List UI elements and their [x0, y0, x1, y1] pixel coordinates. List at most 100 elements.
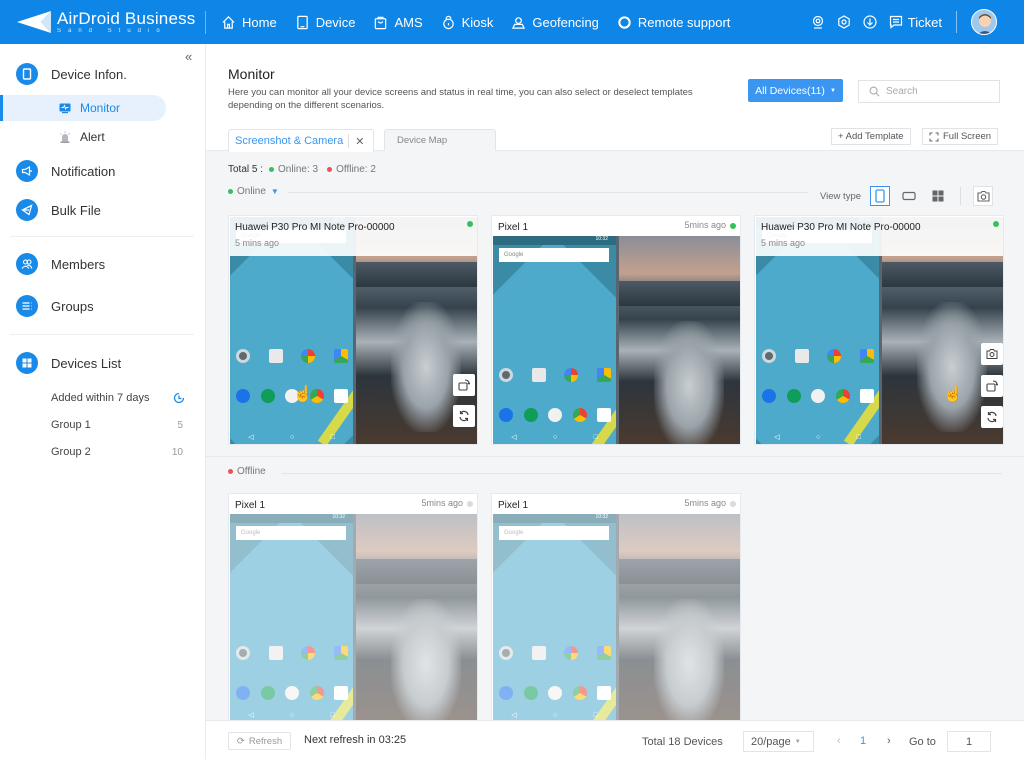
goto-page-input[interactable]: 1 [947, 731, 991, 752]
search-icon [869, 86, 880, 97]
view-portrait-button[interactable] [870, 186, 891, 206]
all-devices-dropdown[interactable]: All Devices(11) ▼ [748, 79, 843, 102]
take-photo-button[interactable] [981, 343, 1003, 365]
alarm-light-icon [60, 131, 70, 143]
prev-page-icon[interactable]: ‹ [837, 735, 841, 747]
online-section-label: Online [237, 186, 266, 197]
nav-device[interactable]: Device [295, 15, 355, 30]
rotate-screen-button[interactable] [453, 374, 475, 396]
device-card[interactable]: Pixel 1 5mins ago 10:32 Google ◁ ○ □ [228, 493, 478, 722]
camera-app-icon [334, 389, 348, 403]
status-dot [993, 221, 999, 227]
brand-subtitle: Sand Studio [57, 28, 167, 34]
online-dot [269, 167, 275, 172]
add-template-button[interactable]: + Add Template [831, 128, 911, 145]
phone-screenshot[interactable]: 10:32 Google ◁○□ [493, 514, 616, 722]
divider [205, 11, 206, 34]
nav-home[interactable]: Home [221, 15, 277, 30]
add-template-label: + Add Template [838, 131, 904, 142]
device-name: Huawei P30 Pro MI Note Pro-00000 [761, 222, 921, 233]
switch-camera-button[interactable] [973, 186, 994, 206]
dock-row [499, 686, 611, 700]
top-bar: AirDroid Business Sand Studio Home Devic… [0, 0, 1024, 44]
camera-snapshot[interactable] [356, 514, 477, 722]
nav-remote-support[interactable]: Remote support [617, 15, 730, 30]
sidebar-item-device-info[interactable]: Device Infon. [16, 63, 127, 85]
fog-shape [391, 599, 461, 722]
nav-ams[interactable]: AMS [373, 15, 423, 30]
main-content: Monitor Here you can monitor all your de… [206, 44, 1024, 759]
phone-icon [875, 189, 885, 203]
view-grid-button[interactable] [928, 186, 948, 206]
camera-snapshot[interactable] [619, 236, 740, 444]
user-avatar[interactable] [971, 9, 997, 35]
phone-screenshot[interactable]: 10:32 Google ◁○□ [493, 236, 616, 444]
sidebar-item-label: Alert [80, 130, 105, 144]
message-icon [889, 15, 902, 29]
page-size-select[interactable]: 20/page ▼ [743, 731, 814, 752]
camera-switch-icon [986, 349, 998, 359]
device-card[interactable]: 10:32 Google ◁○□ Huawei P30 Pro MI Note … [228, 215, 478, 445]
settings-app-icon [762, 349, 776, 363]
device-name: Huawei P30 Pro MI Note Pro-00000 [235, 222, 395, 233]
nav-kiosk[interactable]: Kiosk [441, 15, 493, 30]
app-row [236, 646, 348, 660]
next-page-icon[interactable]: › [887, 735, 891, 747]
fog-shape [917, 302, 987, 432]
grid-icon [932, 190, 944, 202]
sidebar-item-monitor[interactable]: Monitor [0, 95, 166, 121]
camera-switch-icon [976, 190, 990, 202]
search-placeholder: Search [886, 86, 918, 97]
mountain-shape [619, 559, 740, 584]
device-group-1[interactable]: Group 1 5 [51, 419, 191, 431]
sidebar-item-alert[interactable]: Alert [0, 124, 166, 150]
full-screen-button[interactable]: Full Screen [922, 128, 999, 145]
refresh-screenshot-button[interactable] [453, 405, 475, 427]
sidebar-item-bulk-file[interactable]: Bulk File [16, 199, 101, 221]
mountain-shape [882, 262, 1003, 287]
camera-snapshot[interactable] [619, 514, 740, 722]
settings-app-icon [499, 368, 513, 382]
phone-screenshot[interactable]: 10:32 Google ◁○□ [230, 514, 353, 722]
sidebar-item-devices-list[interactable]: Devices List [16, 352, 121, 374]
offline-section-header[interactable]: Offline [228, 466, 266, 477]
device-group-2[interactable]: Group 2 10 [51, 446, 191, 458]
settings-app-icon [499, 646, 513, 660]
online-section-toggle[interactable]: Online ▼ [228, 186, 279, 197]
logo[interactable]: AirDroid Business Sand Studio [17, 7, 196, 37]
close-tab-icon[interactable]: ✕ [355, 135, 364, 148]
sidebar-item-notification[interactable]: Notification [16, 160, 115, 182]
device-group-count: 10 [171, 446, 183, 458]
download-icon[interactable] [863, 15, 877, 29]
ticket-button[interactable]: Ticket [889, 15, 942, 30]
rotate-screen-button[interactable] [981, 375, 1003, 397]
app-row [499, 368, 611, 382]
search-input[interactable]: Search [858, 80, 1000, 103]
divider [348, 134, 350, 148]
lifebuoy-icon [618, 15, 631, 29]
sidebar-item-groups[interactable]: Groups [16, 295, 94, 317]
fog-shape [654, 321, 724, 444]
refresh-screenshot-button[interactable] [981, 406, 1003, 428]
view-landscape-button[interactable] [899, 186, 919, 206]
page-number[interactable]: 1 [860, 735, 866, 747]
dock-row [499, 408, 611, 422]
photos-app-icon [301, 646, 316, 660]
sidebar-item-members[interactable]: Members [16, 253, 105, 275]
settings-gear-icon[interactable] [837, 15, 851, 29]
device-group-recent[interactable]: Added within 7 days [51, 392, 191, 404]
last-update-time: 5mins ago [684, 220, 726, 230]
list-icon [16, 295, 38, 317]
webcam-icon[interactable] [811, 15, 825, 29]
nav-geofencing[interactable]: Geofencing [511, 15, 599, 30]
collapse-sidebar-icon[interactable]: « [185, 49, 192, 64]
camera-app-icon [334, 686, 348, 700]
device-card[interactable]: 10:32 Google ◁○□ Huawei P30 Pro MI Note … [754, 215, 1004, 445]
device-card[interactable]: Pixel 1 5mins ago 10:32 Google ◁ ○ □ [491, 493, 741, 722]
device-name: Pixel 1 [498, 222, 529, 233]
tab-device-map[interactable]: Device Map [384, 129, 496, 151]
refresh-button[interactable]: ⟳ Refresh [228, 732, 291, 750]
device-card[interactable]: Pixel 1 5mins ago 10:32 Google ◁ ○ □ [491, 215, 741, 445]
drive-app-icon [596, 646, 611, 660]
tab-screenshot-camera[interactable]: Screenshot & Camera ✕ [228, 129, 374, 152]
